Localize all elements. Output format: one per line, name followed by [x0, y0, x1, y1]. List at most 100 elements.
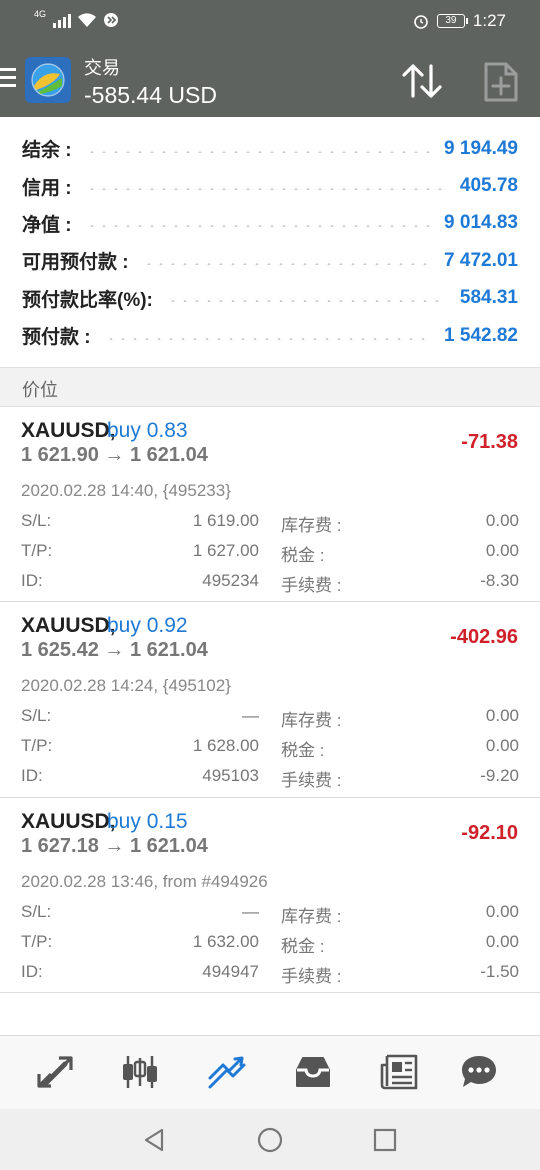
fee-label: 手续费 :: [281, 771, 342, 791]
id-label: ID:: [21, 961, 43, 981]
position-symbol: XAUUSD,: [21, 419, 116, 442]
page-title: 交易: [84, 58, 120, 78]
position-item[interactable]: XAUUSD, buy 0.92 1 625.42 → 1 621.04 -40…: [0, 602, 540, 798]
id-value: 494947: [202, 961, 259, 981]
recents-icon[interactable]: [370, 1126, 400, 1154]
chat-icon[interactable]: [457, 1052, 501, 1092]
acct-label: 可用预付款 :: [22, 252, 129, 274]
position-item[interactable]: XAUUSD, buy 0.15 1 627.18 → 1 621.04 -92…: [0, 798, 540, 993]
tp-label: T/P:: [21, 931, 53, 951]
signal-icon: [53, 12, 72, 28]
acct-value: 9 194.49: [444, 137, 518, 159]
position-profit: -71.38: [461, 431, 518, 453]
positions-list: XAUUSD, buy 0.83 1 621.90 → 1 621.04 -71…: [0, 407, 540, 993]
sl-value: —: [242, 706, 259, 726]
position-prices: 1 625.42 → 1 621.04: [21, 639, 208, 662]
fee-value: -9.20: [480, 766, 519, 786]
swap-label: 库存费 :: [281, 516, 342, 535]
margin-level-row: 预付款比率(%): 584.31: [0, 280, 540, 317]
acct-value: 7 472.01: [444, 249, 518, 271]
sl-label: S/L:: [21, 901, 52, 921]
metatrader-logo: [25, 57, 71, 103]
position-time: 2020.02.28 13:46, from #494926: [21, 871, 268, 891]
quotes-icon[interactable]: [33, 1052, 77, 1092]
app-header: 交易 -585.44 USD: [0, 44, 540, 117]
position-side: buy 0.92: [107, 614, 188, 638]
dotted-leader: [166, 300, 446, 303]
swap-label: 库存费 :: [281, 711, 342, 731]
account-summary: 结余 : 9 194.49 信用 : 405.78 净值 : 9 014.83 …: [0, 117, 540, 354]
sort-icon[interactable]: [400, 62, 444, 100]
bottom-nav: [0, 1035, 540, 1109]
history-icon[interactable]: [291, 1052, 335, 1092]
sl-value: —: [242, 901, 259, 921]
section-header: 价位: [0, 367, 540, 407]
dotted-leader: [104, 337, 431, 340]
tp-value: 1 632.00: [192, 931, 259, 951]
alarm-icon: [414, 15, 428, 29]
fee-value: -1.50: [480, 961, 519, 981]
fee-label: 手续费 :: [281, 966, 342, 986]
id-value: 495234: [202, 571, 259, 590]
tp-label: T/P:: [21, 736, 53, 756]
position-profit: -92.10: [461, 821, 518, 844]
sl-label: S/L:: [21, 511, 52, 530]
acct-label: 结余 :: [22, 140, 72, 162]
id-label: ID:: [21, 766, 43, 786]
position-time: 2020.02.28 14:40, {495233}: [21, 481, 231, 500]
tp-value: 1 627.00: [192, 541, 259, 560]
status-bar: 4G 39 1:27: [0, 0, 540, 44]
acct-label: 预付款比率(%):: [22, 289, 153, 311]
equity-row: 净值 : 9 014.83: [0, 205, 540, 242]
battery-icon: 39: [436, 14, 468, 28]
margin-row: 预付款 : 1 542.82: [0, 317, 540, 354]
position-prices: 1 627.18 → 1 621.04: [21, 834, 208, 857]
status-left: 4G: [34, 9, 119, 28]
id-value: 495103: [202, 766, 259, 786]
section-title: 价位: [22, 380, 58, 400]
back-icon[interactable]: [140, 1126, 170, 1154]
dotted-leader: [85, 150, 431, 153]
tax-value: 0.00: [485, 541, 519, 560]
dotted-leader: [85, 225, 431, 228]
menu-icon[interactable]: [0, 68, 16, 90]
acct-value: 9 014.83: [444, 212, 518, 234]
trade-icon[interactable]: [205, 1052, 249, 1092]
wifi-icon: [78, 13, 97, 27]
new-order-icon[interactable]: [482, 62, 520, 102]
fee-label: 手续费 :: [281, 576, 342, 595]
news-icon[interactable]: [377, 1052, 421, 1092]
tax-label: 税金 :: [281, 936, 325, 956]
position-profit: -402.96: [450, 626, 518, 649]
balance-row: 结余 : 9 194.49: [0, 130, 540, 167]
chart-icon[interactable]: [118, 1052, 162, 1092]
id-label: ID:: [21, 571, 43, 590]
position-time: 2020.02.28 14:24, {495102}: [21, 676, 231, 696]
tax-label: 税金 :: [281, 546, 325, 565]
position-item[interactable]: XAUUSD, buy 0.83 1 621.90 → 1 621.04 -71…: [0, 407, 540, 603]
fee-value: -8.30: [480, 571, 519, 590]
network-type: 4G: [34, 9, 47, 19]
position-symbol: XAUUSD,: [21, 809, 116, 833]
tp-label: T/P:: [21, 541, 53, 560]
swap-value: 0.00: [485, 706, 519, 726]
account-profit: -585.44 USD: [84, 82, 217, 108]
acct-label: 净值 :: [22, 214, 72, 236]
swap-value: 0.00: [485, 511, 519, 530]
acct-value: 1 542.82: [444, 324, 518, 346]
swap-label: 库存费 :: [281, 906, 342, 926]
acct-label: 信用 :: [22, 177, 72, 199]
acct-value: 584.31: [459, 287, 518, 309]
app-notification-icon: [104, 13, 119, 27]
sl-value: 1 619.00: [192, 511, 259, 530]
tax-label: 税金 :: [281, 741, 325, 761]
status-right: 39 1:27: [413, 11, 506, 31]
credit-row: 信用 : 405.78: [0, 167, 540, 204]
sl-label: S/L:: [21, 706, 52, 726]
tax-value: 0.00: [485, 736, 519, 756]
free-margin-row: 可用预付款 : 7 472.01: [0, 242, 540, 279]
clock: 1:27: [472, 11, 506, 30]
tp-value: 1 628.00: [192, 736, 259, 756]
position-side: buy 0.15: [107, 809, 188, 833]
home-icon[interactable]: [255, 1126, 285, 1154]
